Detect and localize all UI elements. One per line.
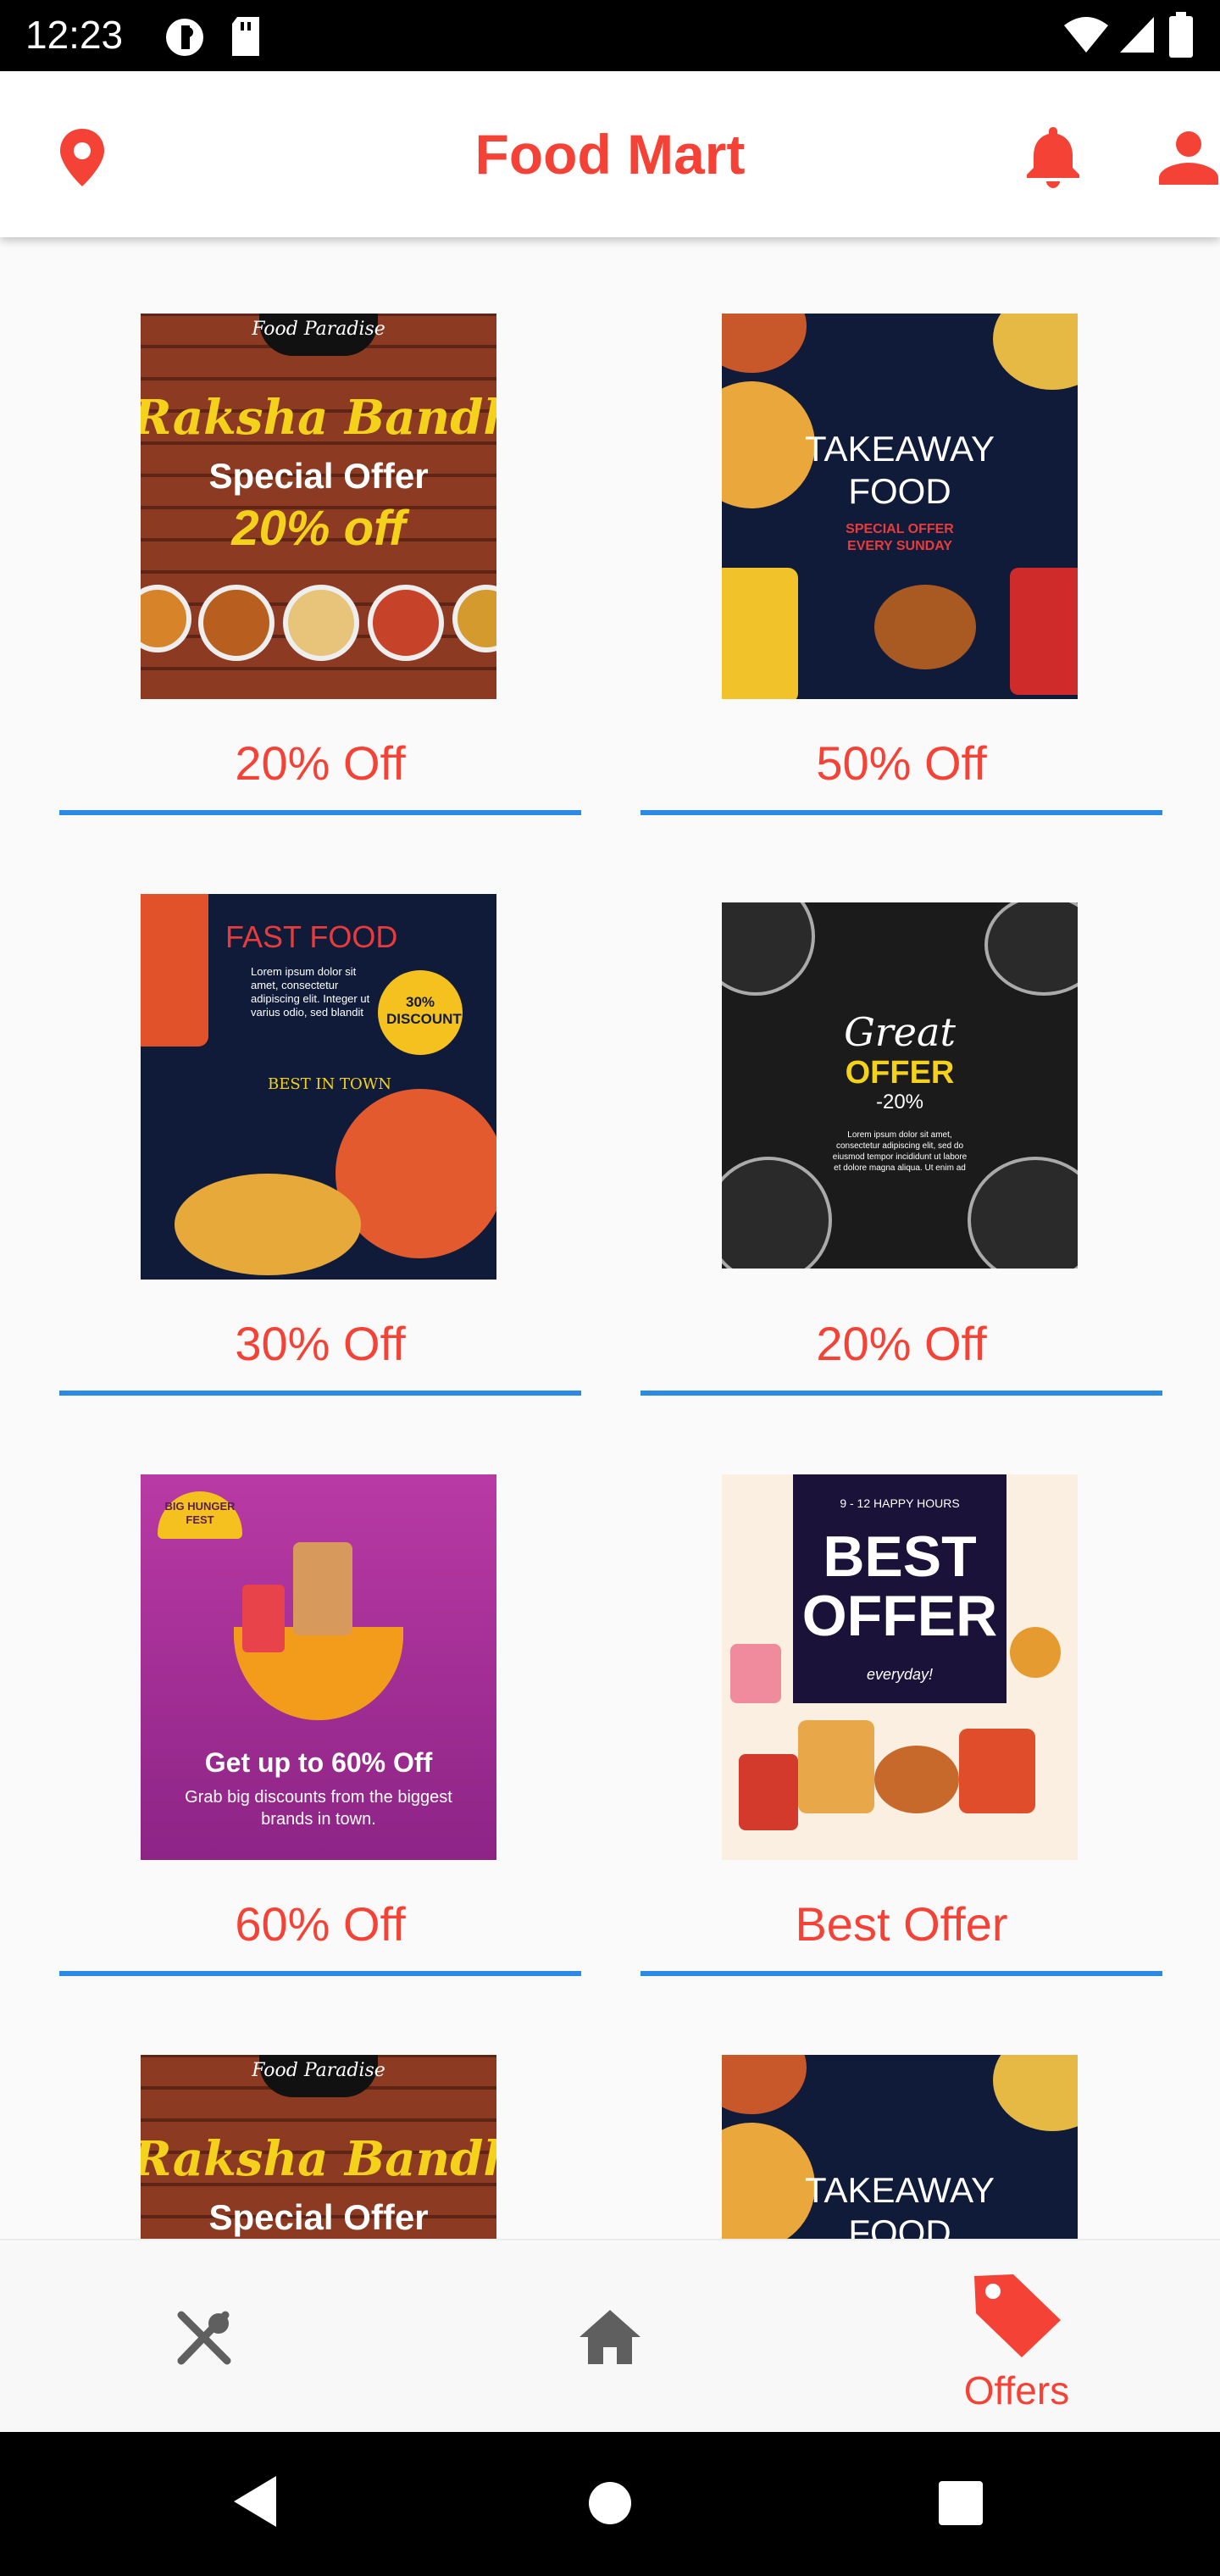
poster-line: 20% off	[231, 501, 406, 556]
signal-icon	[1120, 17, 1154, 53]
offer-image[interactable]: TAKEAWAY FOOD	[722, 2055, 1078, 2239]
offer-image[interactable]: TAKEAWAY FOOD SPECIAL OFFER EVERY SUNDAY	[722, 314, 1078, 699]
bottom-navigation: Offers	[0, 2239, 1220, 2432]
offer-image[interactable]: Food Paradise Raksha Bandhan Special Off…	[141, 2055, 496, 2239]
poster-line: FOOD	[848, 471, 951, 511]
poster-line: TAKEAWAY	[804, 429, 995, 469]
wifi-icon	[1064, 17, 1108, 53]
poster-line: TAKEAWAY	[804, 2170, 995, 2210]
poster-text: Lorem ipsum dolor sit amet, consectetur …	[251, 965, 370, 1019]
poster-line: 9 - 12 HAPPY HOURS	[840, 1496, 960, 1510]
offer-label: Best Offer	[795, 1897, 1008, 1951]
poster-line: EVERY SUNDAY	[847, 539, 952, 553]
offer-card[interactable]: 9 - 12 HAPPY HOURS BEST OFFER everyday! …	[640, 1398, 1162, 1976]
poster-line: everyday!	[866, 1666, 934, 1683]
poster-badge: BIG HUNGER FEST	[158, 1491, 242, 1539]
offer-poster: FAST FOOD Lorem ipsum dolor sit amet, co…	[141, 894, 496, 1280]
poster-line: Great	[844, 1009, 956, 1055]
offer-divider	[640, 810, 1162, 815]
poster-line: OFFER	[845, 1055, 955, 1091]
offer-card[interactable]: FAST FOOD Lorem ipsum dolor sit amet, co…	[59, 818, 581, 1396]
battery-icon	[1169, 12, 1193, 58]
home-icon	[580, 2310, 640, 2364]
poster-line: Special Offer	[208, 2197, 429, 2237]
offer-poster: BIG HUNGER FEST Get up to 60% Off Grab b…	[141, 1474, 496, 1860]
offer-card[interactable]: Food Paradise Raksha Bandhan Special Off…	[59, 237, 581, 815]
bell-icon[interactable]	[1025, 124, 1081, 188]
poster-line: Get up to 60% Off	[204, 1747, 433, 1778]
sd-card-icon	[232, 17, 259, 56]
status-time: 12:23	[25, 13, 124, 57]
poster-brand: Food Paradise	[252, 2060, 385, 2081]
offer-card[interactable]: Food Paradise Raksha Bandhan Special Off…	[59, 1979, 581, 2239]
offer-image[interactable]: 9 - 12 HAPPY HOURS BEST OFFER everyday!	[722, 1474, 1078, 1860]
poster-badge: 30% DISCOUNT	[386, 994, 462, 1027]
offer-card[interactable]: TAKEAWAY FOOD SPECIAL OFFER EVERY SUNDAY…	[640, 237, 1162, 815]
nav-item-offers[interactable]: Offers	[813, 2240, 1220, 2434]
offer-divider	[640, 1971, 1162, 1976]
poster-text: Lorem ipsum dolor sit amet, consectetur …	[832, 1130, 968, 1173]
offer-image[interactable]: BIG HUNGER FEST Get up to 60% Off Grab b…	[141, 1474, 496, 1860]
poster-text: Grab big discounts from the biggest bran…	[185, 1788, 452, 1829]
person-icon[interactable]	[1157, 130, 1220, 185]
poster-line: SPECIAL OFFER	[846, 522, 954, 536]
offer-poster: Food Paradise Raksha Bandhan Special Off…	[141, 314, 496, 699]
nav-item-home[interactable]	[407, 2240, 813, 2434]
system-navigation-bar	[0, 2432, 1220, 2576]
restaurant-icon	[177, 2311, 231, 2365]
offer-image[interactable]: FAST FOOD Lorem ipsum dolor sit amet, co…	[141, 894, 496, 1280]
nav-item-restaurants[interactable]	[0, 2240, 407, 2434]
app-bar: Food Mart	[0, 71, 1220, 237]
offer-poster: 9 - 12 HAPPY HOURS BEST OFFER everyday!	[722, 1474, 1078, 1860]
offer-divider	[640, 1391, 1162, 1396]
back-icon[interactable]	[230, 2474, 278, 2529]
offer-image[interactable]: Food Paradise Raksha Bandhan Special Off…	[141, 314, 496, 699]
offer-label: 50% Off	[816, 736, 987, 790]
nav-label-offers: Offers	[963, 2368, 1070, 2412]
offer-poster: Great OFFER -20% Lorem ipsum dolor sit a…	[722, 902, 1078, 1269]
home-circle-icon[interactable]	[588, 2481, 632, 2525]
tag-icon	[974, 2274, 1061, 2357]
status-bar: 12:23	[0, 0, 1220, 71]
offer-image[interactable]: Great OFFER -20% Lorem ipsum dolor sit a…	[722, 902, 1078, 1269]
data-saver-icon	[166, 19, 203, 56]
offer-card[interactable]: BIG HUNGER FEST Get up to 60% Off Grab b…	[59, 1398, 581, 1976]
poster-line: -20%	[875, 1091, 924, 1113]
offer-divider	[59, 1391, 581, 1396]
offer-card[interactable]: Great OFFER -20% Lorem ipsum dolor sit a…	[640, 818, 1162, 1396]
offer-label: 20% Off	[816, 1317, 987, 1370]
offer-divider	[59, 1971, 581, 1976]
offer-card[interactable]: TAKEAWAY FOOD	[640, 1979, 1162, 2239]
offer-label: 60% Off	[235, 1897, 406, 1951]
offers-grid: Food Paradise Raksha Bandhan Special Off…	[0, 237, 1220, 2239]
offer-label: 30% Off	[235, 1317, 406, 1370]
poster-headline: Raksha Bandhan	[141, 2131, 496, 2187]
poster-headline: Raksha Bandhan	[141, 390, 496, 446]
offer-poster: Food Paradise Raksha Bandhan Special Off…	[141, 2055, 496, 2239]
offer-poster: TAKEAWAY FOOD	[722, 2055, 1078, 2239]
recents-square-icon[interactable]	[939, 2481, 983, 2525]
poster-line: FAST FOOD	[225, 919, 398, 954]
poster-line: FOOD	[848, 2212, 951, 2239]
poster-line: Special Offer	[208, 456, 429, 496]
offer-poster: TAKEAWAY FOOD SPECIAL OFFER EVERY SUNDAY	[722, 314, 1078, 699]
poster-line: BEST IN TOWN	[268, 1075, 392, 1093]
poster-brand: Food Paradise	[252, 319, 385, 340]
poster-line: OFFER	[801, 1584, 998, 1648]
offer-label: 20% Off	[235, 736, 406, 790]
offer-divider	[59, 810, 581, 815]
poster-line: BEST	[823, 1524, 977, 1589]
